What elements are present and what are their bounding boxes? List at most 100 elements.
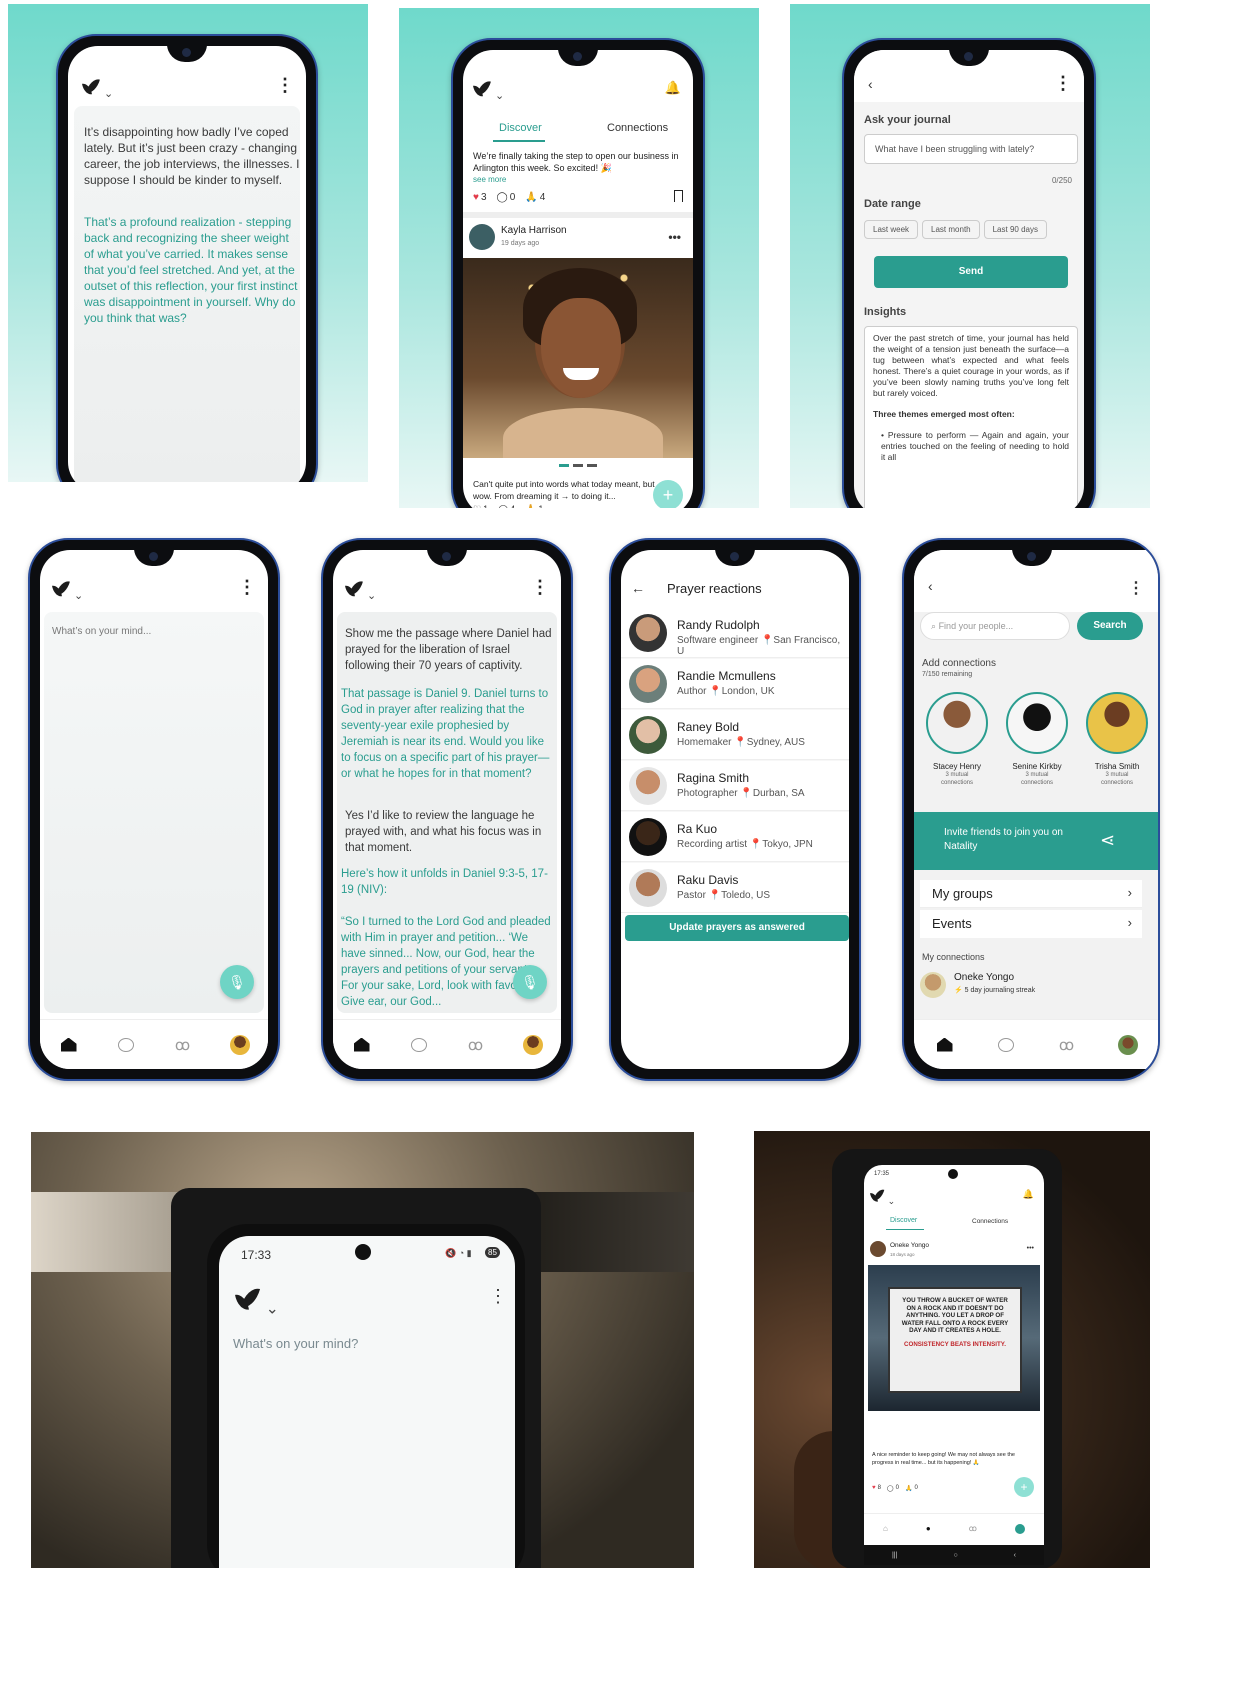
suggestion-card[interactable]: Stacey Henry 3 mutual connections bbox=[922, 692, 992, 787]
heart-icon[interactable]: ♥ bbox=[473, 192, 479, 203]
heart-icon[interactable]: ♡ bbox=[473, 504, 481, 508]
app-menu[interactable]: ⌄ bbox=[870, 1187, 895, 1209]
post-text: We’re finally taking the step to open ou… bbox=[473, 151, 679, 173]
my-groups-row[interactable]: My groups › bbox=[920, 880, 1142, 908]
app-menu[interactable]: ⌄ bbox=[235, 1284, 279, 1322]
leaf-logo-icon bbox=[345, 578, 363, 600]
screenshot-journal-reflection: ⌄ ⋮ It’s disappointing how badly I’ve co… bbox=[8, 4, 368, 482]
chat-icon[interactable] bbox=[995, 1034, 1017, 1056]
avatar[interactable] bbox=[870, 1241, 886, 1257]
share-icon[interactable]: ⋖ bbox=[1100, 830, 1115, 851]
pray-icon[interactable]: 🙏 bbox=[525, 504, 536, 508]
list-item[interactable]: Ra Kuo Recording artist 📍Tokyo, JPN bbox=[621, 812, 849, 862]
list-item[interactable]: Ragina Smith Photographer 📍Durban, SA bbox=[621, 761, 849, 811]
list-item[interactable]: Raku Davis Pastor 📍Toledo, US bbox=[621, 863, 849, 913]
app-menu[interactable]: ⌄ bbox=[52, 578, 83, 605]
mutual-count: 3 mutual connections bbox=[1100, 772, 1134, 786]
post-options-icon[interactable]: ••• bbox=[1027, 1245, 1034, 1252]
journal-input[interactable]: What’s on your mind... bbox=[44, 612, 264, 1013]
send-button[interactable]: Send bbox=[874, 256, 1068, 288]
range-last-week[interactable]: Last week bbox=[864, 220, 919, 239]
pray-icon[interactable]: 🙏 bbox=[905, 1485, 912, 1492]
avatar[interactable] bbox=[469, 224, 495, 250]
range-last-90-days[interactable]: Last 90 days bbox=[983, 220, 1047, 239]
tab-discover[interactable]: Discover bbox=[499, 122, 542, 134]
app-menu[interactable]: ⌄ bbox=[345, 578, 376, 605]
post-author[interactable]: Kayla Harrison bbox=[501, 225, 567, 236]
suggestion-card[interactable]: Senine Kirkby 3 mutual connections bbox=[1002, 692, 1072, 787]
update-prayers-button[interactable]: Update prayers as answered bbox=[625, 915, 849, 941]
heart-icon[interactable]: ♥ bbox=[872, 1485, 876, 1492]
suggestion-card[interactable]: Trisha Smith 3 mutual connections bbox=[1082, 692, 1152, 787]
tab-connections[interactable]: Connections bbox=[607, 122, 668, 134]
app-menu[interactable]: ⌄ bbox=[82, 76, 113, 103]
recent-apps-icon[interactable]: ||| bbox=[892, 1552, 897, 1559]
post-options-icon[interactable]: ••• bbox=[668, 230, 681, 244]
bell-icon[interactable]: 🔔 bbox=[1023, 1189, 1034, 1200]
community-icon[interactable]: ꝏ bbox=[465, 1034, 487, 1056]
tab-connections[interactable]: Connections bbox=[972, 1218, 1008, 1225]
home-icon[interactable] bbox=[58, 1034, 80, 1056]
bottom-nav: ⌂ ● ꝏ bbox=[864, 1513, 1044, 1543]
avatar bbox=[629, 869, 667, 907]
more-menu-icon[interactable]: ⋮ bbox=[238, 578, 256, 596]
invite-banner[interactable]: Invite friends to join you on Natality ⋖ bbox=[914, 812, 1158, 870]
home-button-icon[interactable]: ○ bbox=[953, 1552, 957, 1559]
chat-icon[interactable] bbox=[408, 1034, 430, 1056]
more-menu-icon[interactable]: ⋮ bbox=[531, 578, 549, 596]
microphone-button[interactable]: 🎙 bbox=[513, 965, 547, 999]
back-arrow-icon[interactable]: ← bbox=[631, 580, 645, 596]
home-icon[interactable]: ⌂ bbox=[883, 1524, 888, 1533]
profile-avatar[interactable] bbox=[1117, 1034, 1139, 1056]
journal-placeholder[interactable]: What's on your mind? bbox=[233, 1336, 358, 1351]
search-input[interactable]: ⌕ Find your people... bbox=[920, 612, 1070, 640]
post-photo[interactable]: YOU THROW A BUCKET OF WATER ON A ROCK AN… bbox=[868, 1265, 1040, 1411]
connection-row[interactable]: Oneke Yongo ⚡ 5 day journaling streak bbox=[918, 968, 1144, 1002]
more-menu-icon[interactable]: ⋮ bbox=[489, 1286, 507, 1307]
post-photo[interactable] bbox=[463, 258, 693, 458]
list-item[interactable]: Raney Bold Homemaker 📍Sydney, AUS bbox=[621, 710, 849, 760]
back-icon[interactable]: ‹ bbox=[868, 76, 873, 92]
more-menu-icon[interactable]: ⋮ bbox=[276, 76, 294, 94]
bell-icon[interactable]: 🔔 bbox=[665, 80, 681, 96]
post-author[interactable]: Oneke Yongo bbox=[890, 1242, 929, 1249]
app-menu[interactable]: ⌄ bbox=[473, 78, 504, 105]
events-row[interactable]: Events › bbox=[920, 910, 1142, 938]
person-details: Homemaker 📍Sydney, AUS bbox=[677, 737, 805, 748]
more-menu-icon[interactable]: ⋮ bbox=[1054, 74, 1072, 92]
pray-icon[interactable]: 🙏 bbox=[525, 192, 537, 203]
home-icon[interactable] bbox=[934, 1034, 956, 1056]
see-more-link[interactable]: see more bbox=[473, 175, 506, 184]
community-icon[interactable]: ꝏ bbox=[1056, 1034, 1078, 1056]
bookmark-icon[interactable] bbox=[674, 190, 683, 202]
comment-icon[interactable]: ◯ bbox=[498, 504, 508, 508]
page-title: Prayer reactions bbox=[667, 581, 762, 596]
home-icon[interactable] bbox=[351, 1034, 373, 1056]
profile-avatar[interactable] bbox=[1014, 1523, 1025, 1534]
back-button-icon[interactable]: ‹ bbox=[1014, 1552, 1016, 1559]
more-menu-icon[interactable]: ⋮ bbox=[1128, 578, 1144, 598]
insights-label: Insights bbox=[864, 306, 907, 318]
date-range-label: Date range bbox=[864, 198, 921, 210]
tab-discover[interactable]: Discover bbox=[890, 1217, 917, 1224]
search-button[interactable]: Search bbox=[1077, 612, 1143, 640]
chevron-down-icon: ⌄ bbox=[367, 590, 377, 603]
back-icon[interactable]: ‹ bbox=[928, 578, 933, 594]
range-last-month[interactable]: Last month bbox=[922, 220, 980, 239]
list-item[interactable]: Randy Rudolph Software engineer 📍San Fra… bbox=[621, 608, 849, 658]
chat-icon[interactable] bbox=[115, 1034, 137, 1056]
profile-avatar[interactable] bbox=[229, 1034, 251, 1056]
ask-input[interactable]: What have I been struggling with lately? bbox=[864, 134, 1078, 164]
microphone-button[interactable]: 🎙 bbox=[220, 965, 254, 999]
community-icon[interactable]: ꝏ bbox=[172, 1034, 194, 1056]
comment-icon[interactable]: ◯ bbox=[887, 1485, 894, 1492]
new-post-button[interactable]: + bbox=[653, 480, 683, 508]
chevron-down-icon: ⌄ bbox=[74, 590, 84, 603]
prayer-count: 1 bbox=[538, 504, 543, 508]
profile-avatar[interactable] bbox=[522, 1034, 544, 1056]
community-icon[interactable]: ꝏ bbox=[969, 1524, 977, 1533]
chat-icon[interactable]: ● bbox=[926, 1524, 931, 1533]
comment-icon[interactable]: ◯ bbox=[497, 192, 508, 203]
list-item[interactable]: Randie Mcmullens Author 📍London, UK bbox=[621, 659, 849, 709]
new-post-button[interactable]: + bbox=[1014, 1477, 1034, 1497]
